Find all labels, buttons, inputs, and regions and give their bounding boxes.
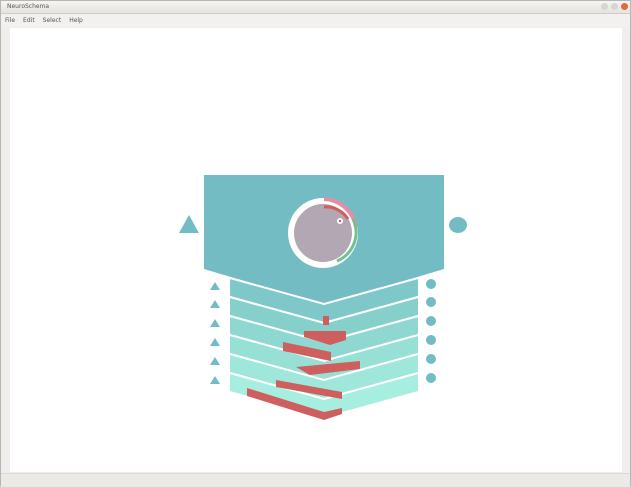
menu-bar: File Edit Select Help: [1, 14, 630, 27]
window-controls: [601, 3, 628, 10]
pupil-dot: [338, 219, 342, 223]
schema-canvas[interactable]: [10, 28, 622, 472]
layer-outputs: [426, 279, 436, 383]
menu-select[interactable]: Select: [43, 17, 62, 24]
layer-input-1-icon[interactable]: [210, 282, 220, 290]
layer-output-1-icon[interactable]: [426, 279, 436, 289]
title-bar[interactable]: NeuroSchema: [1, 1, 630, 14]
minimize-icon[interactable]: [601, 3, 608, 10]
menu-help[interactable]: Help: [69, 17, 83, 24]
layer-input-5-icon[interactable]: [210, 357, 220, 365]
schema-diagram: [179, 175, 467, 420]
layer-input-6-icon[interactable]: [210, 376, 220, 384]
app-window: NeuroSchema File Edit Select Help: [0, 0, 631, 487]
close-icon[interactable]: [621, 3, 628, 10]
window-title: NeuroSchema: [7, 3, 50, 10]
layer-output-4-icon[interactable]: [426, 335, 436, 345]
layer-output-2-icon[interactable]: [426, 297, 436, 307]
layer-input-3-icon[interactable]: [210, 319, 220, 327]
maximize-icon[interactable]: [611, 3, 618, 10]
menu-file[interactable]: File: [5, 17, 15, 24]
output-circle-icon[interactable]: [449, 217, 467, 233]
layer-input-4-icon[interactable]: [210, 338, 220, 346]
activity-bar-1: [323, 316, 329, 325]
input-triangle-icon[interactable]: [179, 215, 199, 233]
layer-output-3-icon[interactable]: [426, 316, 436, 326]
layer-inputs: [210, 282, 220, 384]
menu-edit[interactable]: Edit: [23, 17, 35, 24]
layer-output-6-icon[interactable]: [426, 373, 436, 383]
status-bar: [1, 473, 630, 487]
layer-input-2-icon[interactable]: [210, 300, 220, 308]
layer-output-5-icon[interactable]: [426, 354, 436, 364]
